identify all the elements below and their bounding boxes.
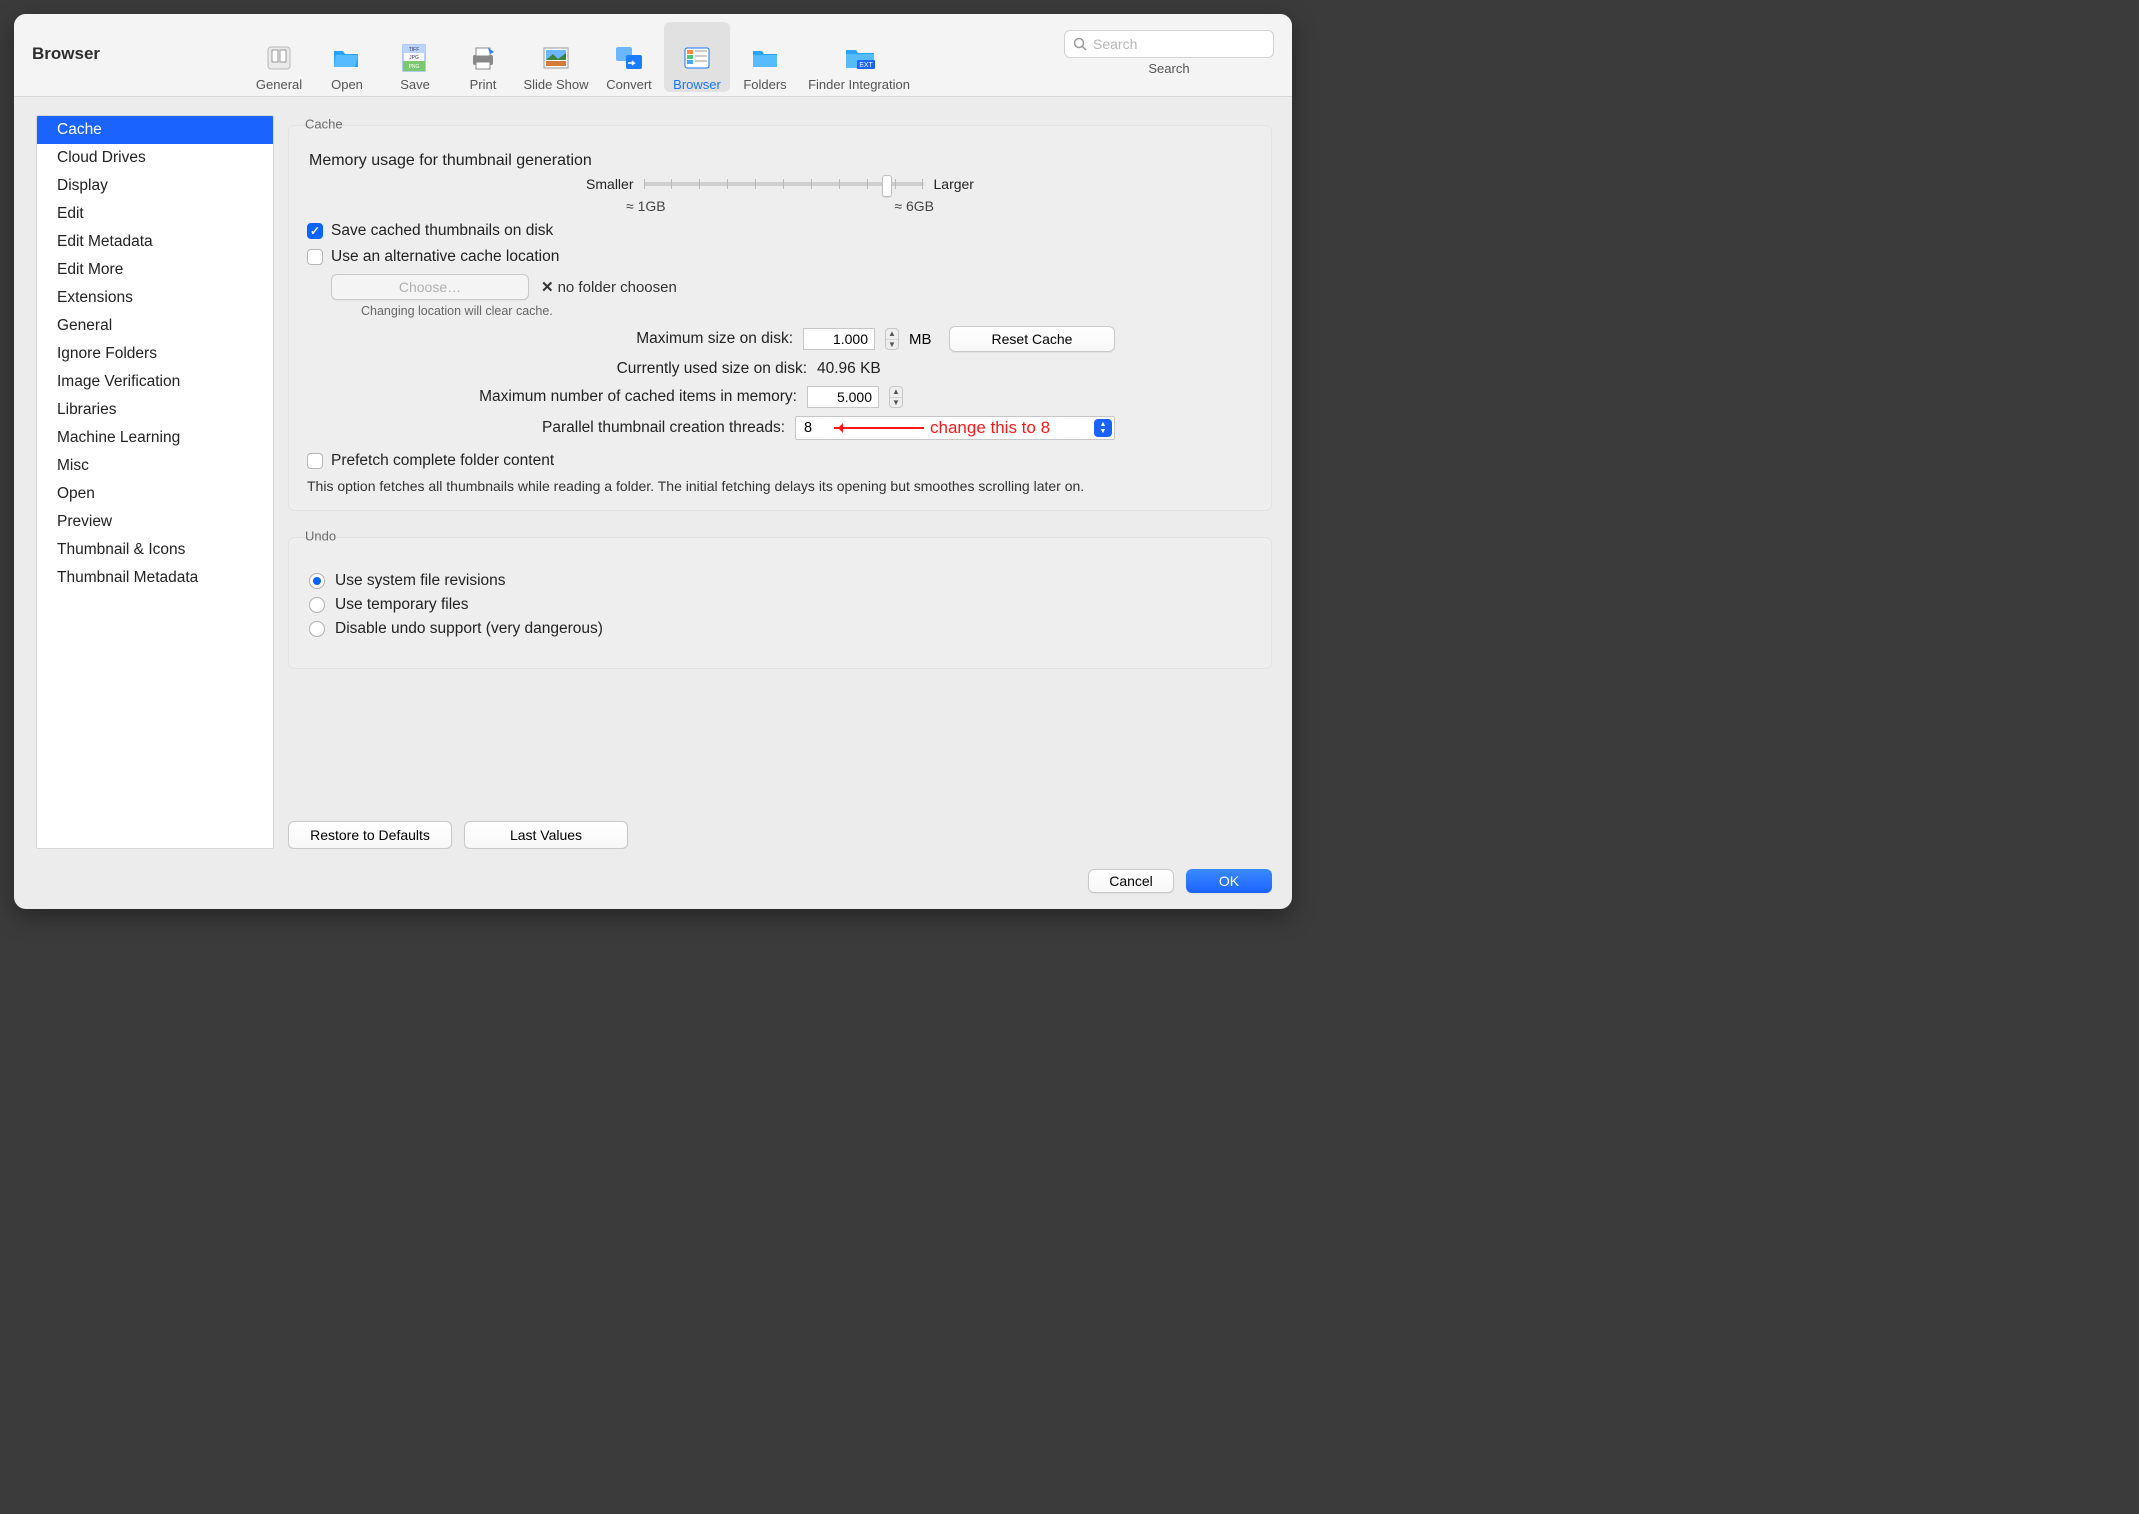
used-label: Currently used size on disk: xyxy=(305,360,807,378)
used-value: 40.96 KB xyxy=(817,360,903,378)
last-values-button[interactable]: Last Values xyxy=(464,821,628,849)
restore-defaults-button[interactable]: Restore to Defaults xyxy=(288,821,452,849)
sidebar-item-preview[interactable]: Preview xyxy=(37,508,273,536)
search-icon xyxy=(1073,37,1087,51)
memory-slider[interactable] xyxy=(644,182,924,186)
threads-label: Parallel thumbnail creation threads: xyxy=(305,419,785,437)
tab-convert[interactable]: Convert xyxy=(596,22,662,92)
search-input[interactable]: Search xyxy=(1064,30,1274,58)
browser-icon xyxy=(681,42,713,74)
sidebar-item-edit-more[interactable]: Edit More xyxy=(37,256,273,284)
tab-general[interactable]: General xyxy=(246,22,312,92)
tab-save[interactable]: TIFFJPGPNG Save xyxy=(382,22,448,92)
sidebar-item-image-verification[interactable]: Image Verification xyxy=(37,368,273,396)
undo-radio-disable[interactable] xyxy=(309,621,325,637)
tab-folders[interactable]: Folders xyxy=(732,22,798,92)
sidebar-item-ignore-folders[interactable]: Ignore Folders xyxy=(37,340,273,368)
slider-larger-label: Larger xyxy=(934,176,974,192)
max-size-stepper[interactable]: ▲▼ xyxy=(885,328,899,350)
sidebar-item-open[interactable]: Open xyxy=(37,480,273,508)
cache-group-title: Cache xyxy=(303,117,345,132)
alt-location-checkbox[interactable] xyxy=(307,249,323,265)
switch-icon xyxy=(263,42,295,74)
sidebar-item-misc[interactable]: Misc xyxy=(37,452,273,480)
save-disk-checkbox[interactable]: ✓ xyxy=(307,223,323,239)
slider-thumb[interactable] xyxy=(882,175,892,197)
undo-group-title: Undo xyxy=(303,529,338,544)
svg-text:EXT: EXT xyxy=(859,62,873,69)
ok-button[interactable]: OK xyxy=(1186,869,1272,893)
tab-open[interactable]: Open xyxy=(314,22,380,92)
prefetch-desc: This option fetches all thumbnails while… xyxy=(307,478,1255,494)
undo-radio-system[interactable] xyxy=(309,573,325,589)
sidebar-item-cache[interactable]: Cache xyxy=(37,116,273,144)
chevron-updown-icon: ▲▼ xyxy=(1094,419,1112,437)
max-items-field[interactable]: 5.000 xyxy=(807,386,879,408)
max-items-label: Maximum number of cached items in memory… xyxy=(305,388,797,406)
toolbar: Browser General Open TIFFJPGPNG Save xyxy=(14,14,1292,97)
sidebar-item-edit-metadata[interactable]: Edit Metadata xyxy=(37,228,273,256)
tab-finder-integration[interactable]: EXT Finder Integration xyxy=(800,22,918,92)
preferences-window: Browser General Open TIFFJPGPNG Save xyxy=(14,14,1292,909)
undo-opt1-label: Use system file revisions xyxy=(335,572,506,590)
x-icon: ✕ xyxy=(541,278,554,296)
svg-text:PNG: PNG xyxy=(409,64,420,70)
max-size-label: Maximum size on disk: xyxy=(305,330,793,348)
sidebar-item-edit[interactable]: Edit xyxy=(37,200,273,228)
folder-open-icon xyxy=(331,42,363,74)
sidebar-item-extensions[interactable]: Extensions xyxy=(37,284,273,312)
threads-value: 8 xyxy=(804,420,812,436)
changing-note: Changing location will clear cache. xyxy=(361,304,1255,318)
folder-ext-icon: EXT xyxy=(843,42,875,74)
arrow-icon xyxy=(834,427,924,429)
memory-heading: Memory usage for thumbnail generation xyxy=(309,152,1255,170)
footer: Cancel OK xyxy=(14,861,1292,909)
threads-select[interactable]: 8 change this to 8 ▲▼ xyxy=(795,416,1115,440)
convert-icon xyxy=(613,42,645,74)
max-items-stepper[interactable]: ▲▼ xyxy=(889,386,903,408)
choose-button[interactable]: Choose… xyxy=(331,274,529,300)
file-types-icon: TIFF JPG PNG xyxy=(399,42,431,74)
reset-cache-button[interactable]: Reset Cache xyxy=(949,326,1115,352)
sidebar-item-thumbnail-metadata[interactable]: Thumbnail Metadata xyxy=(37,564,273,592)
tab-print[interactable]: Print xyxy=(450,22,516,92)
tab-slideshow[interactable]: Slide Show xyxy=(518,22,594,92)
undo-radio-temp[interactable] xyxy=(309,597,325,613)
undo-opt3-label: Disable undo support (very dangerous) xyxy=(335,620,603,638)
svg-text:TIFF: TIFF xyxy=(409,47,420,53)
cache-group: Cache Memory usage for thumbnail generat… xyxy=(288,125,1272,511)
annotation: change this to 8 xyxy=(834,418,1050,438)
max-size-unit: MB xyxy=(909,331,939,348)
alt-location-label: Use an alternative cache location xyxy=(331,248,559,266)
no-folder-text: ✕ no folder choosen xyxy=(541,278,677,296)
scale-low: ≈ 1GB xyxy=(626,198,666,214)
svg-text:JPG: JPG xyxy=(409,55,419,61)
sidebar-item-libraries[interactable]: Libraries xyxy=(37,396,273,424)
scale-high: ≈ 6GB xyxy=(894,198,934,214)
search-label: Search xyxy=(1148,61,1189,76)
sidebar-item-display[interactable]: Display xyxy=(37,172,273,200)
prefetch-checkbox[interactable] xyxy=(307,453,323,469)
undo-opt2-label: Use temporary files xyxy=(335,596,469,614)
sidebar-item-general[interactable]: General xyxy=(37,312,273,340)
sidebar-item-cloud-drives[interactable]: Cloud Drives xyxy=(37,144,273,172)
sidebar-item-machine-learning[interactable]: Machine Learning xyxy=(37,424,273,452)
slider-smaller-label: Smaller xyxy=(586,176,633,192)
prefetch-label: Prefetch complete folder content xyxy=(331,452,554,470)
sidebar-item-thumbnail-icons[interactable]: Thumbnail & Icons xyxy=(37,536,273,564)
cancel-button[interactable]: Cancel xyxy=(1088,869,1174,893)
undo-group: Undo Use system file revisions Use tempo… xyxy=(288,537,1272,669)
folder-icon xyxy=(749,42,781,74)
image-icon xyxy=(540,42,572,74)
save-disk-label: Save cached thumbnails on disk xyxy=(331,222,553,240)
window-title: Browser xyxy=(32,44,100,64)
sidebar[interactable]: Cache Cloud Drives Display Edit Edit Met… xyxy=(36,115,274,849)
tab-browser[interactable]: Browser xyxy=(664,22,730,92)
printer-icon xyxy=(467,42,499,74)
max-size-field[interactable]: 1.000 xyxy=(803,328,875,350)
